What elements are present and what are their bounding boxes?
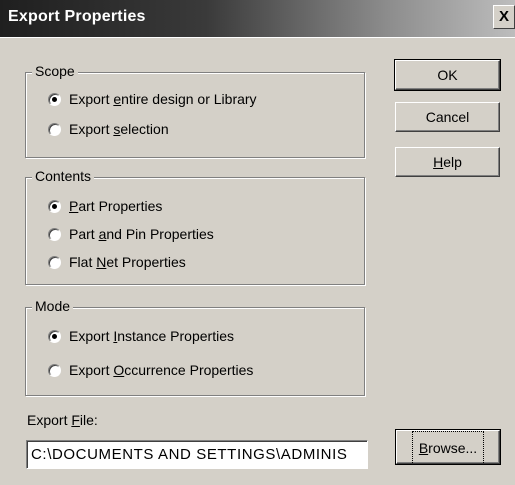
- browse-button[interactable]: Browse...: [395, 429, 501, 465]
- contents-flat-net-radio[interactable]: [48, 255, 61, 269]
- help-label: Help: [433, 154, 462, 170]
- scope-selection-radio[interactable]: [48, 122, 61, 136]
- cancel-button[interactable]: Cancel: [395, 102, 500, 132]
- scope-group: Scope Export entire design or Library Ex…: [25, 63, 365, 158]
- mode-occurrence-label: Export Occurrence Properties: [69, 362, 254, 378]
- scope-option-selection[interactable]: Export selection: [48, 119, 169, 139]
- export-file-label: Export File:: [27, 412, 98, 428]
- close-icon: X: [498, 8, 509, 25]
- contents-part-and-pin-radio[interactable]: [48, 227, 61, 241]
- contents-part-properties-radio[interactable]: [48, 199, 61, 213]
- contents-label: Contents: [32, 168, 95, 184]
- browse-label: Browse...: [411, 431, 485, 465]
- title-bar: Export Properties X: [0, 0, 515, 38]
- contents-option-part-properties[interactable]: Part Properties: [48, 196, 162, 216]
- contents-part-properties-label: Part Properties: [69, 198, 163, 214]
- contents-part-and-pin-label: Part and Pin Properties: [69, 226, 214, 242]
- mode-option-occurrence[interactable]: Export Occurrence Properties: [48, 360, 253, 380]
- cancel-label: Cancel: [425, 109, 470, 125]
- mode-group: Mode Export Instance Properties Export O…: [25, 298, 365, 396]
- contents-option-flat-net[interactable]: Flat Net Properties: [48, 252, 186, 272]
- mode-instance-label: Export Instance Properties: [69, 328, 234, 344]
- scope-label: Scope: [32, 63, 78, 79]
- scope-entire-design-label: Export entire design or Library: [69, 91, 257, 107]
- scope-selection-label: Export selection: [69, 121, 169, 137]
- export-file-input[interactable]: C:\DOCUMENTS AND SETTINGS\ADMINIS: [26, 440, 368, 469]
- close-button[interactable]: X: [493, 5, 515, 29]
- mode-instance-radio[interactable]: [48, 329, 61, 343]
- scope-entire-design-radio[interactable]: [48, 92, 61, 106]
- contents-group: Contents Part Properties Part and Pin Pr…: [25, 168, 365, 285]
- ok-button[interactable]: OK: [394, 59, 501, 91]
- mode-option-instance[interactable]: Export Instance Properties: [48, 326, 234, 346]
- ok-label: OK: [437, 67, 458, 83]
- contents-flat-net-label: Flat Net Properties: [69, 254, 186, 270]
- mode-occurrence-radio[interactable]: [48, 363, 61, 377]
- help-button[interactable]: Help: [395, 147, 500, 177]
- contents-option-part-and-pin[interactable]: Part and Pin Properties: [48, 224, 214, 244]
- mode-label: Mode: [32, 298, 74, 314]
- scope-option-entire-design[interactable]: Export entire design or Library: [48, 89, 257, 109]
- window-title: Export Properties: [8, 8, 146, 25]
